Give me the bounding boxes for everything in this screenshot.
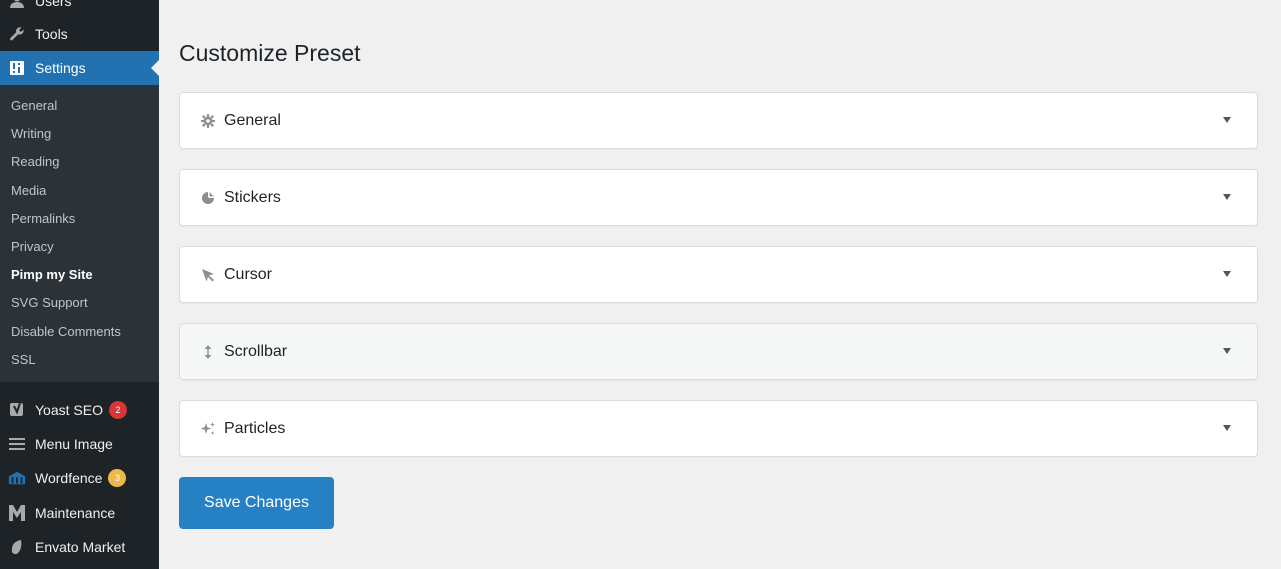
maintenance-m-icon (8, 504, 26, 522)
menu-label: Yoast SEO (35, 402, 103, 418)
submenu-media[interactable]: Media (11, 181, 46, 201)
panel-label: General (224, 111, 281, 129)
menu-item-settings[interactable]: Settings (0, 51, 159, 85)
menu-label: Tools (35, 26, 68, 42)
submenu-reading[interactable]: Reading (11, 152, 59, 172)
panel-label: Cursor (224, 265, 273, 283)
wordfence-icon (8, 469, 26, 487)
settings-submenu: General Writing Reading Media Permalinks… (0, 85, 159, 382)
panel-particles[interactable]: Particles (179, 400, 1258, 457)
yoast-icon (8, 401, 26, 419)
panel-general[interactable]: General (179, 92, 1258, 149)
notification-badge: 2 (108, 401, 127, 419)
submenu-svg-support[interactable]: SVG Support (11, 293, 88, 313)
chevron-down-icon[interactable] (1223, 271, 1231, 277)
chevron-down-icon[interactable] (1223, 194, 1231, 200)
panel-label: Stickers (224, 188, 281, 206)
panel-label: Particles (224, 419, 286, 437)
submenu-writing[interactable]: Writing (11, 124, 51, 144)
cursor-icon (200, 267, 216, 283)
chevron-down-icon[interactable] (1223, 348, 1231, 354)
settings-icon (8, 59, 26, 77)
menu-label: Envato Market (35, 539, 126, 555)
gear-icon (200, 113, 216, 129)
panel-cursor[interactable]: Cursor (179, 246, 1258, 303)
submenu-pimp-my-site[interactable]: Pimp my Site (11, 265, 93, 285)
active-indicator (151, 60, 159, 76)
wrench-icon (8, 25, 26, 43)
chevron-down-icon[interactable] (1223, 117, 1231, 123)
chevron-down-icon[interactable] (1223, 425, 1231, 431)
menu-item-users[interactable]: Users (0, 0, 159, 18)
envato-leaf-icon (8, 538, 26, 556)
panel-stickers[interactable]: Stickers (179, 169, 1258, 226)
menu-item-wordfence[interactable]: Wordfence 3 (0, 461, 159, 495)
submenu-general[interactable]: General (11, 96, 57, 116)
submenu-disable-comments[interactable]: Disable Comments (11, 322, 121, 342)
admin-sidebar: Users Tools Settings General Writing Rea… (0, 0, 159, 569)
menu-label: Settings (35, 60, 86, 76)
menu-label: Maintenance (35, 505, 116, 521)
menu-item-tools[interactable]: Tools (0, 17, 159, 51)
menu-item-envato-market[interactable]: Envato Market (0, 530, 159, 564)
sparkles-icon (200, 421, 216, 437)
notification-badge: 3 (108, 469, 127, 487)
menu-item-maintenance[interactable]: Maintenance (0, 496, 159, 530)
menu-item-menu-image[interactable]: Menu Image (0, 427, 159, 461)
page-title: Customize Preset (179, 40, 361, 66)
vertical-arrows-icon (200, 344, 216, 360)
panel-label: Scrollbar (224, 342, 288, 360)
sticker-icon (200, 190, 216, 206)
users-icon (8, 0, 26, 10)
panel-scrollbar[interactable]: Scrollbar (179, 323, 1258, 380)
submenu-privacy[interactable]: Privacy (11, 237, 54, 257)
menu-item-yoast-seo[interactable]: Yoast SEO 2 (0, 393, 159, 427)
menu-lines-icon (8, 435, 26, 453)
save-changes-button[interactable]: Save Changes (179, 477, 334, 529)
submenu-permalinks[interactable]: Permalinks (11, 209, 75, 229)
menu-label: Users (35, 0, 72, 9)
submenu-ssl[interactable]: SSL (11, 350, 36, 370)
menu-label: Wordfence (35, 470, 103, 486)
menu-label: Menu Image (35, 436, 113, 452)
